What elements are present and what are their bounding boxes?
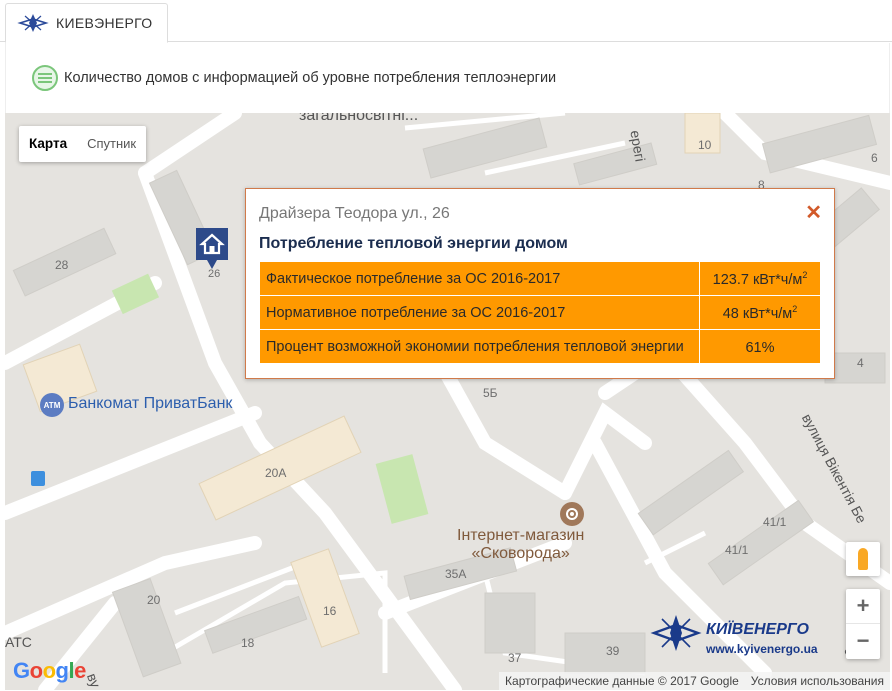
map-label-number: 16 <box>323 604 337 618</box>
map-label-atc: АТС <box>5 634 32 650</box>
map-label-number: 20 <box>147 593 161 607</box>
row-value: 61% <box>699 329 821 364</box>
row-label: Фактическое потребление за ОС 2016-2017 <box>259 261 700 296</box>
map-label-number: 28 <box>55 258 69 272</box>
google-logo[interactable]: Google <box>13 658 86 684</box>
shop-label-line2: «Сковорода» <box>471 545 570 562</box>
legend-bar: Количество домов с информацией об уровне… <box>5 43 890 113</box>
map-label-number: 20А <box>265 466 287 480</box>
consumption-table: Фактическое потребление за ОС 2016-2017 … <box>259 261 821 364</box>
close-icon[interactable]: ✕ <box>805 200 822 225</box>
list-circle-icon[interactable] <box>32 65 58 91</box>
map-label-number: 4 <box>857 356 864 370</box>
table-row: Процент возможной экономии потребления т… <box>259 329 821 364</box>
map-label-number: 6 <box>871 151 878 165</box>
zoom-control: + − <box>846 589 880 659</box>
map-attribution: Картографические данные © 2017 Google Ус… <box>499 672 890 690</box>
map-label-number: 41/1 <box>763 515 787 529</box>
popup-title: Потребление тепловой энергии домом <box>259 235 568 252</box>
atm-icon[interactable]: ATM <box>40 393 64 417</box>
row-label: Нормативное потребление за ОС 2016-2017 <box>259 295 700 330</box>
map-label-number: 37 <box>508 651 522 665</box>
brand-name: КИЇВЕНЕРГО <box>706 621 809 638</box>
row-label: Процент возможной экономии потребления т… <box>259 329 700 364</box>
map-label-number: 39 <box>606 644 620 658</box>
street-view-pegman-icon[interactable] <box>846 542 880 576</box>
map-label-number: 41/1 <box>725 543 749 557</box>
map-type-control: Карта Спутник <box>19 126 147 162</box>
shop-label[interactable]: Інтернет-магазин «Сковорода» <box>457 527 584 563</box>
brand-url[interactable]: www.kyivenergo.ua <box>706 642 818 656</box>
map[interactable]: загальносвітні... ерегі 10 6 8 28 26 4 5… <box>5 113 890 690</box>
zoom-in-button[interactable]: + <box>846 589 880 624</box>
kyivenergo-logo-icon <box>650 615 702 651</box>
bus-stop-icon[interactable] <box>31 471 45 486</box>
kyivenergo-logo-icon <box>17 14 49 32</box>
tab-kyivenergo[interactable]: КИЕВЭНЕРГО <box>5 3 168 43</box>
info-popup: Драйзера Теодора ул., 26 ✕ Потребление т… <box>245 188 835 379</box>
attribution-terms-link[interactable]: Условия использования <box>745 674 890 688</box>
popup-address: Драйзера Теодора ул., 26 <box>259 205 450 222</box>
attribution-data: Картографические данные © 2017 Google <box>505 674 739 688</box>
map-label-number: 35А <box>445 567 467 581</box>
tab-bar: КИЕВЭНЕРГО <box>0 0 892 43</box>
table-row: Фактическое потребление за ОС 2016-2017 … <box>259 261 821 296</box>
atm-label[interactable]: Банкомат ПриватБанк <box>68 395 232 413</box>
map-label-number: 5Б <box>483 386 498 400</box>
map-label-number: 10 <box>698 138 712 152</box>
table-row: Нормативное потребление за ОС 2016-2017 … <box>259 295 821 330</box>
legend-text: Количество домов с информацией об уровне… <box>64 70 557 86</box>
row-value: 123.7 кВт*ч/м2 <box>699 261 821 296</box>
map-type-satellite-button[interactable]: Спутник <box>77 126 146 162</box>
row-value: 48 кВт*ч/м2 <box>699 295 821 330</box>
map-type-map-button[interactable]: Карта <box>19 126 77 162</box>
shop-marker-icon[interactable] <box>560 502 584 526</box>
zoom-out-button[interactable]: − <box>846 624 880 659</box>
kyivenergo-brand: КИЇВЕНЕРГО www.kyivenergo.ua <box>650 613 840 658</box>
map-label-number: 18 <box>241 636 255 650</box>
map-label-street: загальносвітні... <box>299 113 419 124</box>
shop-label-line1: Інтернет-магазин <box>457 527 585 544</box>
tab-label: КИЕВЭНЕРГО <box>56 15 153 31</box>
house-marker-icon[interactable] <box>193 225 231 271</box>
